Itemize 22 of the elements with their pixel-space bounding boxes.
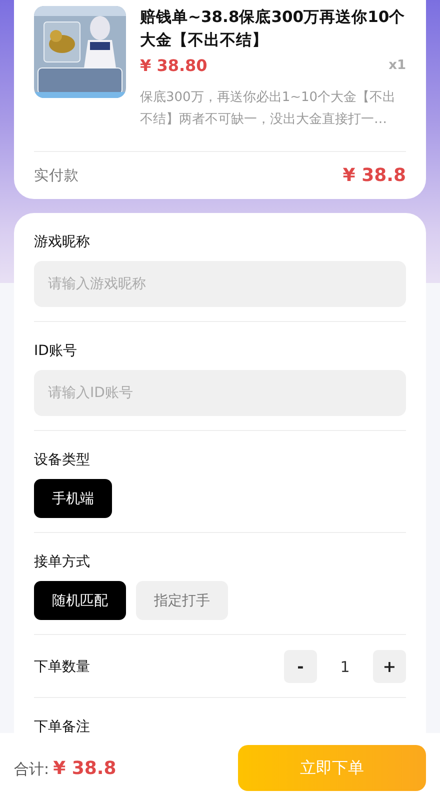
option-button[interactable]: 手机端 [34, 479, 112, 518]
nickname-field[interactable]: 请输入游戏昵称 [34, 261, 406, 307]
account-field[interactable]: 请输入ID账号 [34, 370, 406, 416]
field-label: ID账号 [34, 342, 78, 360]
paid-label: 实付款 [34, 166, 79, 185]
minus-button[interactable]: - [284, 650, 317, 683]
product-description: 保底300万，再送你必出1~10个大金【不出不结】两者不可缺一，没出大金直接打一… [140, 89, 397, 129]
total-amount: ¥ 38.8 [53, 758, 116, 778]
total-label: 合计: [14, 760, 50, 778]
product-price: ¥ 38.80 [140, 56, 208, 75]
field-label: 游戏昵称 [34, 233, 91, 251]
paid-amount: ¥ 38.8 [342, 165, 406, 186]
field-label: 设备类型 [34, 451, 91, 469]
option-button[interactable]: 随机匹配 [34, 581, 126, 620]
product-quantity: x1 [388, 58, 406, 73]
product-title: 赔钱单~38.8保底300万再送你10个大金【不出不结】 [140, 7, 406, 51]
field-label: 下单备注 [34, 718, 91, 733]
quantity-value: 1 [339, 658, 351, 676]
option-button[interactable]: 指定打手 [136, 581, 228, 620]
field-label: 下单数量 [34, 658, 90, 676]
plus-button[interactable]: + [373, 650, 406, 683]
field-label: 接单方式 [34, 553, 91, 571]
